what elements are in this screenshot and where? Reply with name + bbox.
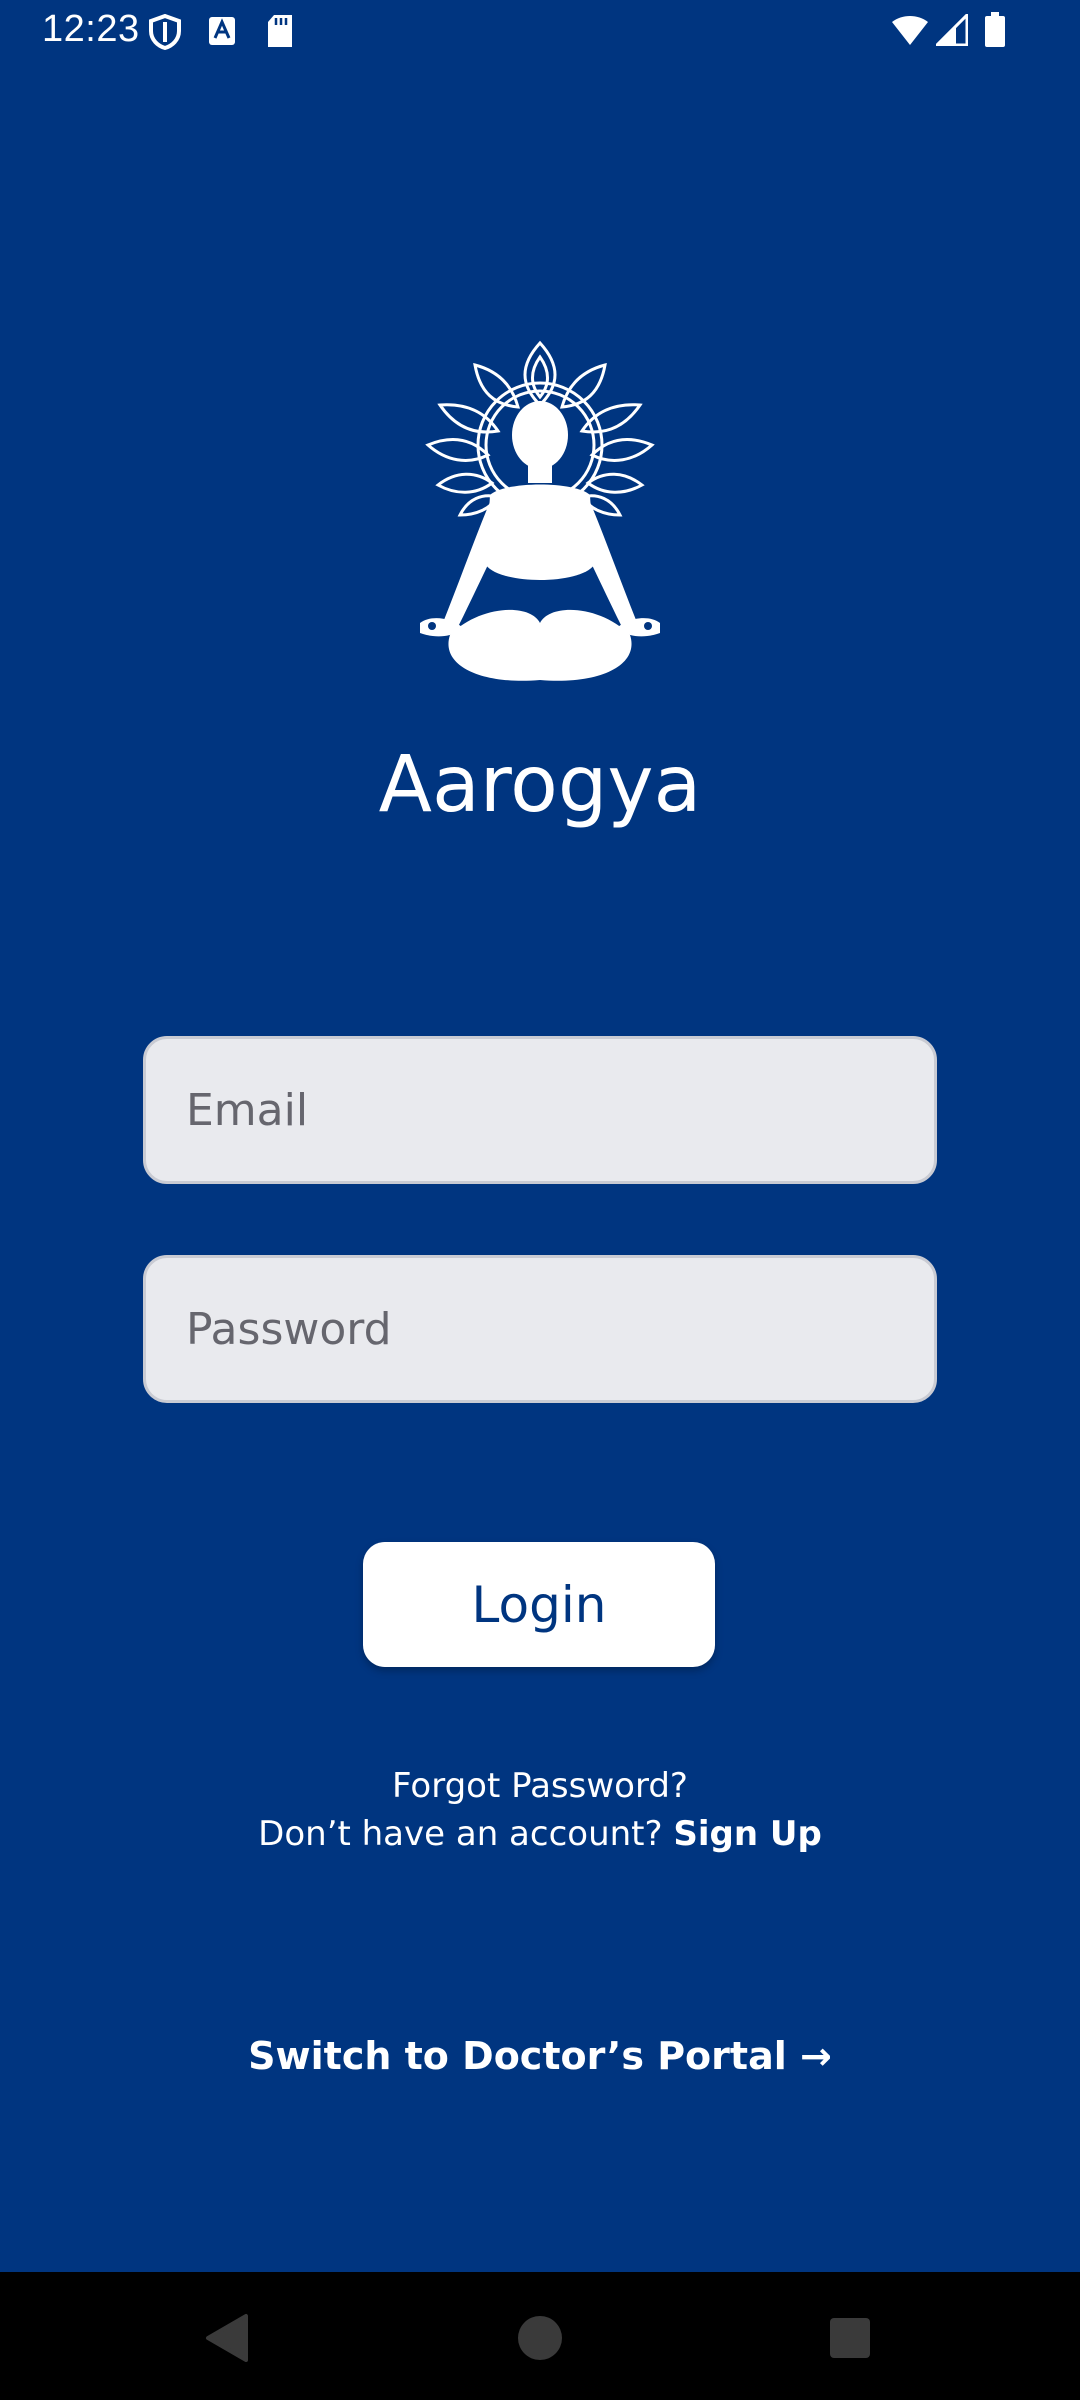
login-button[interactable]: Login xyxy=(363,1542,715,1667)
back-triangle-icon[interactable] xyxy=(196,2308,256,2368)
sd-card-icon xyxy=(268,15,292,47)
sign-up-link[interactable]: Sign Up xyxy=(673,1814,821,1854)
forgot-password-link[interactable]: Forgot Password? xyxy=(392,1762,688,1810)
status-time: 12:23 xyxy=(42,8,140,50)
meditation-figure-logo xyxy=(420,340,660,681)
battery-icon xyxy=(985,12,1005,47)
no-account-text: Don’t have an account? xyxy=(258,1814,663,1854)
email-input[interactable] xyxy=(146,1039,934,1181)
shield-icon xyxy=(149,14,181,50)
system-nav-bar xyxy=(0,2272,1080,2400)
arrow-right-icon: → xyxy=(799,2034,832,2078)
wifi-icon xyxy=(892,16,928,45)
status-bar: 12:23 xyxy=(0,0,1080,62)
keyboard-a-icon xyxy=(209,17,235,45)
recents-square-icon[interactable] xyxy=(820,2308,880,2368)
login-screen: 12:23 Aarogya Email Login Forgot Passwor… xyxy=(0,0,1080,2400)
app-title: Aarogya xyxy=(378,740,702,830)
doctor-portal-link[interactable]: Switch to Doctor’s Portal xyxy=(248,2034,787,2078)
doctor-portal-switch[interactable]: Switch to Doctor’s Portal → xyxy=(0,2034,1080,2078)
signup-line: Don’t have an account? Sign Up xyxy=(0,1810,1080,1858)
signal-icon xyxy=(936,14,968,46)
auth-links: Forgot Password? Don’t have an account? … xyxy=(0,1762,1080,1858)
password-input[interactable] xyxy=(146,1258,934,1400)
email-field-container xyxy=(143,1036,937,1184)
password-field-container xyxy=(143,1255,937,1403)
home-circle-icon[interactable] xyxy=(510,2308,570,2368)
